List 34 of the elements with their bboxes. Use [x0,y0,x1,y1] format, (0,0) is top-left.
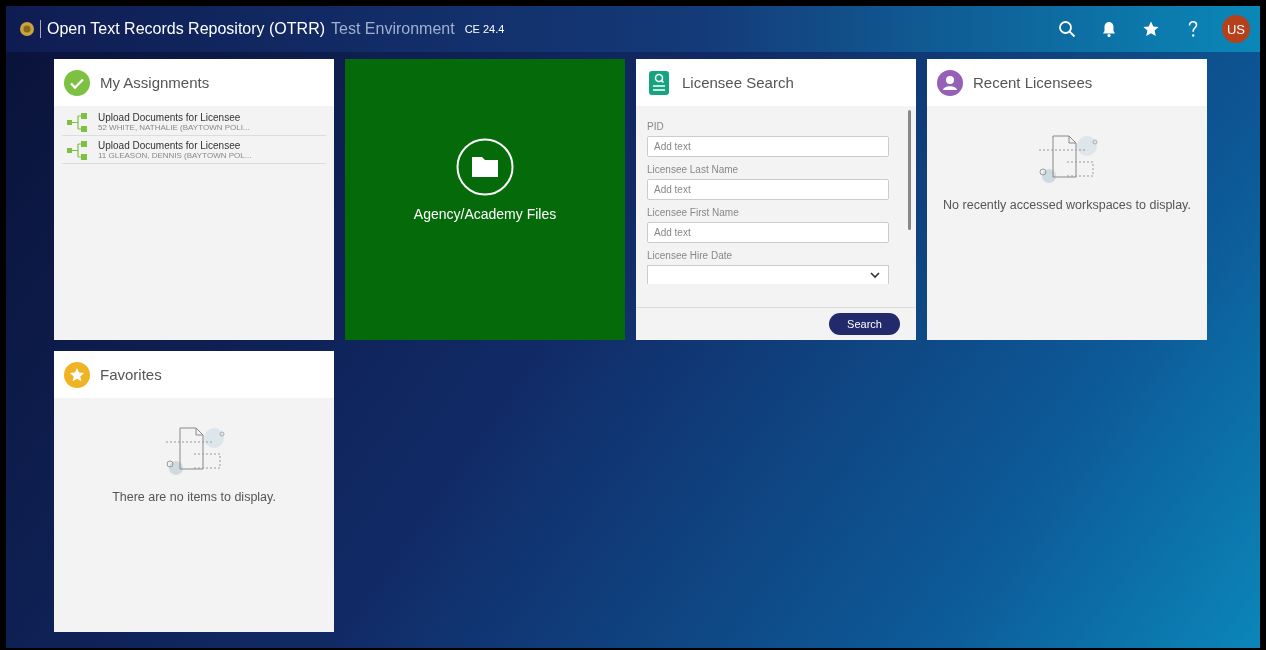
person-icon [937,69,963,96]
folder-label: Agency/Academy Files [413,205,557,222]
empty-message: There are no items to display. [111,490,277,504]
field-label: PID [647,121,665,132]
assignment-subtitle: 52 WHITE, NATHALIE (BAYTOWN POLI... [98,123,250,132]
badge-logo-icon [20,22,34,36]
tile-title: My Assignments [100,74,210,91]
field-label: Licensee Hire Date [647,250,734,261]
tile-title: Recent Licensees [973,74,1093,91]
field-label: Licensee First Name [647,207,740,218]
input-field[interactable]: Add text [647,179,889,200]
search-icon[interactable] [1058,20,1076,38]
assignment-title[interactable]: Upload Documents for Licensee [98,140,252,151]
app-title: Open Text Records Repository (OTRR) [47,20,325,38]
field-label: Licensee Last Name [647,164,740,175]
assignment-title[interactable]: Upload Documents for Licensee [98,112,250,123]
folder-tile[interactable]: Agency/Academy Files [345,59,625,340]
checkmark-icon [64,69,90,96]
user-avatar[interactable]: US [1222,15,1250,43]
tile-title: Licensee Search [682,74,794,91]
chevron-down-icon [870,271,880,279]
input-field[interactable]: Add text [647,136,889,157]
empty-message: No recently accessed workspaces to display. [942,198,1192,212]
document-search-icon [646,69,672,96]
assignment-subtitle: 11 GLEASON, DENNIS (BAYTOWN POL... [98,151,252,160]
search-button[interactable]: Search [829,313,900,335]
tile-title: Favorites [100,366,162,383]
scrollbar[interactable] [908,110,911,230]
star-icon[interactable] [1142,20,1160,38]
environment-label: Test Environment [331,20,455,38]
input-field[interactable]: Add text [647,222,889,243]
version-label: CE 24.4 [464,23,505,35]
bell-icon[interactable] [1100,20,1118,38]
folder-icon [456,137,514,196]
